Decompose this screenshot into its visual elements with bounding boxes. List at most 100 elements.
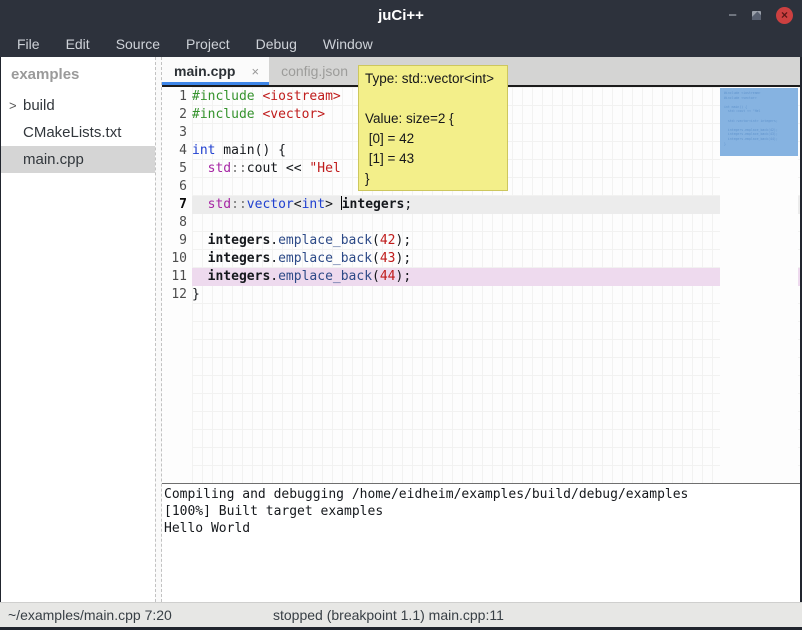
menu-item-file[interactable]: File [4, 30, 53, 57]
tooltip-line: } [365, 169, 501, 189]
debug-status: stopped (breakpoint 1.1) main.cpp:11 [273, 607, 504, 623]
tree-item-label: main.cpp [23, 151, 84, 168]
chevron-right-icon: > [9, 98, 23, 113]
line-number[interactable]: 9 [162, 232, 192, 250]
window-controls: − × [728, 0, 793, 30]
menu-item-source[interactable]: Source [103, 30, 173, 57]
code-token: ; [404, 197, 412, 212]
minimap[interactable]: #include <iostream> #include <vector> in… [720, 87, 798, 483]
code-token: "Hel [309, 161, 340, 176]
code-token: . [270, 251, 278, 266]
code-line-8[interactable] [192, 214, 800, 232]
code-token: integers [208, 251, 271, 266]
code-token: integers [208, 233, 271, 248]
code-token: std [208, 197, 231, 212]
tooltip-line [365, 89, 501, 109]
code-token: cout << [247, 161, 310, 176]
code-token: ( [372, 251, 380, 266]
code-token: 43 [380, 251, 396, 266]
tab-close-icon[interactable]: × [251, 64, 259, 79]
tree-item-label: build [23, 97, 55, 114]
tab-config-json[interactable]: config.json [269, 57, 358, 85]
code-token: #include [192, 107, 255, 122]
code-token: . [270, 269, 278, 284]
pane-divider[interactable] [155, 57, 162, 602]
tab-main-cpp[interactable]: main.cpp × [162, 57, 269, 85]
code-token: vector [247, 197, 294, 212]
tooltip-line: [0] = 42 [365, 129, 501, 149]
build-output-panel[interactable]: Compiling and debugging /home/eidheim/ex… [162, 483, 800, 602]
line-number-gutter[interactable]: 123456789101112 [162, 87, 192, 483]
line-number[interactable]: 2 [162, 106, 192, 124]
tree-item-label: CMakeLists.txt [23, 124, 121, 141]
line-number[interactable]: 10 [162, 250, 192, 268]
code-token [192, 251, 208, 266]
output-line: Hello World [164, 520, 800, 537]
code-line-10[interactable]: integers.emplace_back(43); [192, 250, 800, 268]
code-token: main() { [215, 143, 285, 158]
code-token [192, 269, 208, 284]
code-token: 44 [380, 269, 396, 284]
close-button[interactable]: × [776, 7, 793, 24]
menu-item-window[interactable]: Window [310, 30, 386, 57]
code-token: ); [396, 233, 412, 248]
line-number[interactable]: 8 [162, 214, 192, 232]
line-number[interactable]: 11 [162, 268, 192, 286]
line-number[interactable]: 6 [162, 178, 192, 196]
code-line-11[interactable]: integers.emplace_back(44); [192, 268, 800, 286]
code-token: :: [231, 197, 247, 212]
sidebar-item-main-cpp[interactable]: main.cpp [1, 146, 155, 173]
tooltip-line: Value: size=2 { [365, 109, 501, 129]
restore-icon[interactable] [752, 11, 761, 20]
line-number[interactable]: 4 [162, 142, 192, 160]
output-line: [100%] Built target examples [164, 503, 800, 520]
code-token: int [192, 143, 215, 158]
line-number[interactable]: 3 [162, 124, 192, 142]
code-token: int [302, 197, 325, 212]
file-tree: >build CMakeLists.txt main.cpp [1, 92, 155, 173]
minimap-viewport[interactable] [720, 88, 798, 156]
code-line-9[interactable]: integers.emplace_back(42); [192, 232, 800, 250]
code-token: emplace_back [278, 233, 372, 248]
cursor-location-status: ~/examples/main.cpp 7:20 [8, 607, 172, 623]
code-token: . [270, 233, 278, 248]
line-number[interactable]: 5 [162, 160, 192, 178]
tooltip-line: [1] = 43 [365, 149, 501, 169]
code-token: } [192, 287, 200, 302]
code-token: emplace_back [278, 269, 372, 284]
tab-label: config.json [281, 63, 348, 79]
code-token: #include [192, 89, 255, 104]
code-token: ); [396, 269, 412, 284]
menu-item-edit[interactable]: Edit [53, 30, 103, 57]
code-token: integers [342, 197, 405, 212]
code-token: <iostream> [262, 89, 340, 104]
code-token: > [325, 197, 341, 212]
code-token: emplace_back [278, 251, 372, 266]
line-number[interactable]: 7 [162, 196, 192, 214]
code-token: <vector> [262, 107, 325, 122]
menu-bar: FileEditSourceProjectDebugWindow [0, 30, 802, 57]
code-token: 42 [380, 233, 396, 248]
menu-item-debug[interactable]: Debug [243, 30, 310, 57]
code-token [192, 161, 208, 176]
sidebar-item-build[interactable]: >build [1, 92, 155, 119]
code-token: integers [208, 269, 271, 284]
code-token: :: [231, 161, 247, 176]
editor-pane: main.cpp×config.json 123456789101112 #in… [162, 57, 800, 602]
window-title: juCi++ [0, 0, 802, 30]
menu-item-project[interactable]: Project [173, 30, 243, 57]
sidebar-item-cmakelists-txt[interactable]: CMakeLists.txt [1, 119, 155, 146]
code-token [192, 197, 208, 212]
output-line: Compiling and debugging /home/eidheim/ex… [164, 486, 800, 503]
project-name-header: examples [1, 57, 155, 92]
code-token [192, 233, 208, 248]
code-token: ( [372, 269, 380, 284]
code-token: < [294, 197, 302, 212]
minimize-button[interactable]: − [728, 8, 737, 23]
code-line-7[interactable]: std::vector<int> integers; [192, 196, 800, 214]
code-line-12[interactable]: } [192, 286, 800, 304]
tab-label: main.cpp [174, 63, 235, 79]
line-number[interactable]: 12 [162, 286, 192, 304]
line-number[interactable]: 1 [162, 88, 192, 106]
code-token: ( [372, 233, 380, 248]
